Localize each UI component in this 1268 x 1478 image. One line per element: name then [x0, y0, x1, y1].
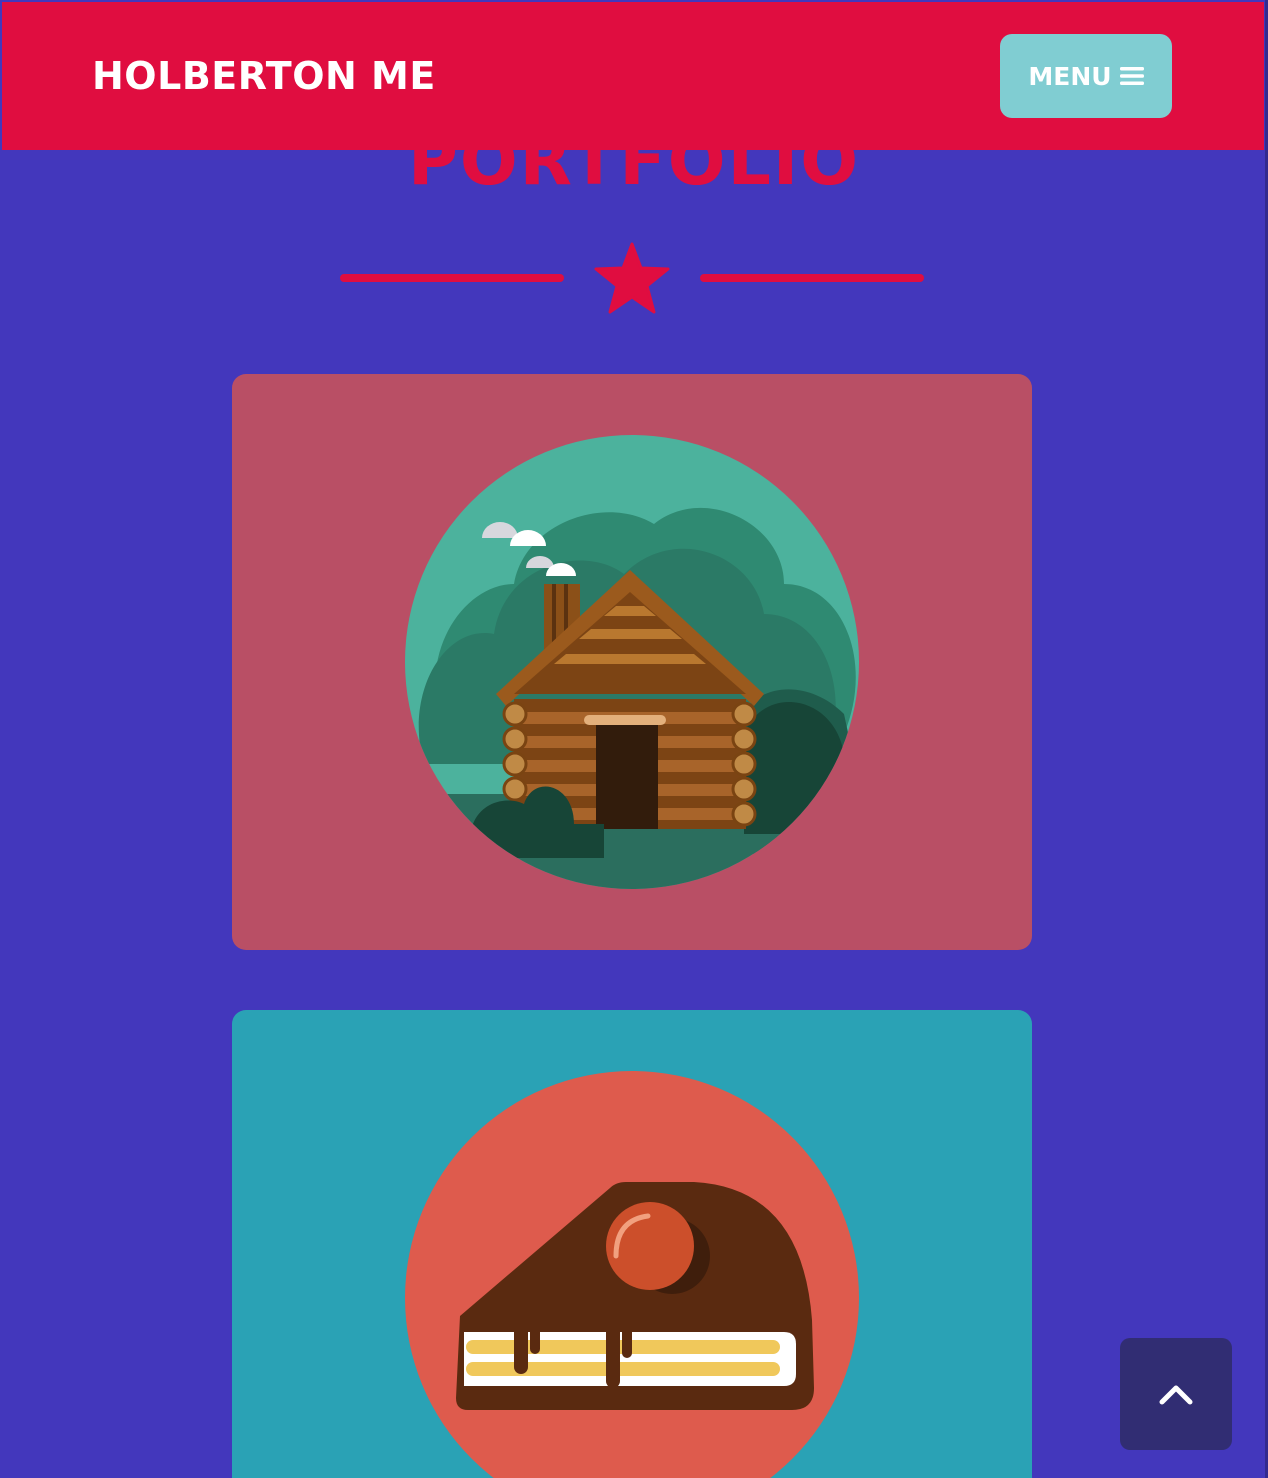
log-cabin-illustration [405, 435, 859, 889]
page: PORTFOLIO HOLBERTON ME MENU [0, 0, 1268, 1478]
brand-logo[interactable]: HOLBERTON ME [92, 52, 436, 100]
divider-line-left [340, 274, 564, 282]
heading-divider [340, 242, 926, 314]
star-icon [594, 242, 670, 314]
portfolio-item-cabin[interactable] [232, 374, 1032, 950]
scroll-top-button[interactable] [1120, 1338, 1232, 1450]
menu-button[interactable]: MENU [1000, 34, 1172, 118]
navbar: HOLBERTON ME MENU [2, 2, 1264, 150]
divider-line-right [700, 274, 924, 282]
bars-icon [1119, 67, 1144, 85]
chevron-up-icon [1159, 1385, 1193, 1405]
portfolio-item-cake[interactable] [232, 1010, 1032, 1478]
cake-slice-illustration [405, 1071, 859, 1478]
menu-label: MENU [1028, 61, 1112, 91]
